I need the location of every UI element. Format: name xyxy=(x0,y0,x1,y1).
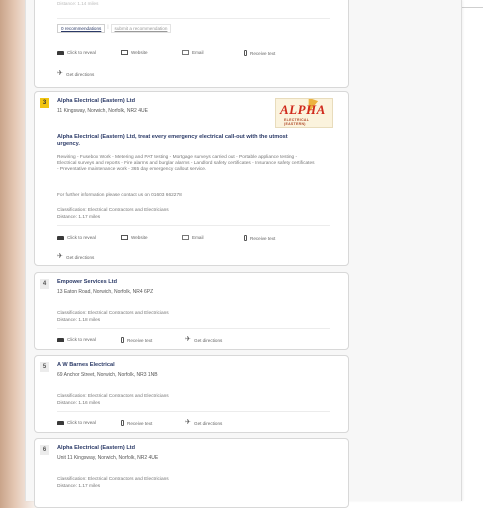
get-directions-button[interactable]: ✈ Get directions xyxy=(185,419,223,426)
get-directions-button[interactable]: ✈ Get directions xyxy=(185,336,223,343)
divider xyxy=(57,18,330,19)
result-number: 4 xyxy=(40,279,49,289)
website-button[interactable]: Website xyxy=(121,50,148,55)
get-directions-button[interactable]: ✈ Get directions xyxy=(57,70,95,77)
search-results-page: Distance: 1.14 miles 0 recommendations |… xyxy=(25,0,462,508)
directions-icon: ✈ xyxy=(185,419,191,426)
action-label: Get directions xyxy=(194,337,223,343)
get-directions-button[interactable]: ✈ Get directions xyxy=(57,253,95,260)
divider xyxy=(57,328,330,329)
logo-text: ALPHA xyxy=(280,102,326,117)
divider xyxy=(57,225,330,226)
result-number: 6 xyxy=(40,445,49,455)
result-card: 5 A W Barnes Electrical 69 Anchor Street… xyxy=(34,355,349,433)
action-label: Get directions xyxy=(66,254,95,260)
result-card: 4 Empower Services Ltd 13 Eaton Road, No… xyxy=(34,272,349,350)
action-label: Click to reveal xyxy=(67,337,96,342)
classification: Classification: Electrical Contractors a… xyxy=(57,208,169,213)
mobile-phone-icon xyxy=(121,337,124,343)
action-label: Receive text xyxy=(127,337,153,343)
separator: | xyxy=(107,24,109,29)
distance-text: Distance: 1.14 miles xyxy=(57,1,99,6)
recommendations-link[interactable]: 0 recommendations xyxy=(57,24,106,33)
action-label: Click to reveal xyxy=(67,235,96,240)
result-number: 3 xyxy=(40,98,49,108)
action-label: Receive text xyxy=(250,235,276,241)
receive-text-button[interactable]: Receive text xyxy=(121,420,152,426)
business-address: 13 Eaton Road, Norwich, Norfolk, NR4 6PZ xyxy=(57,289,154,295)
directions-icon: ✈ xyxy=(57,253,63,260)
divider xyxy=(57,411,330,412)
directions-icon: ✈ xyxy=(185,336,191,343)
receive-text-button[interactable]: Receive text xyxy=(121,337,152,343)
result-card: 3 Alpha Electrical (Eastern) Ltd 11 King… xyxy=(34,91,349,266)
classification: Classification: Electrical Contractors a… xyxy=(57,311,169,316)
classification: Classification: Electrical Contractors a… xyxy=(57,394,169,399)
click-to-reveal-button[interactable]: Click to reveal xyxy=(57,50,96,55)
business-name-link[interactable]: Empower Services Ltd xyxy=(57,279,117,285)
business-address: Unit 11 Kingsway, Norwich, Norfolk, NR2 … xyxy=(57,455,159,461)
distance: Distance: 1.17 miles xyxy=(57,215,101,220)
action-label: Email xyxy=(192,50,204,55)
directions-icon: ✈ xyxy=(57,70,63,77)
action-label: Website xyxy=(131,50,148,55)
distance: Distance: 1.18 miles xyxy=(57,318,101,323)
business-name-link[interactable]: Alpha Electrical (Eastern) Ltd xyxy=(57,445,135,451)
envelope-icon xyxy=(182,235,189,240)
contact-info: For further information please contact u… xyxy=(57,193,182,198)
phone-icon xyxy=(57,420,64,425)
receive-text-button[interactable]: Receive text xyxy=(244,50,275,56)
mobile-phone-icon xyxy=(244,50,247,56)
business-address: 11 Kingsway, Norwich, Norfolk, NR2 4UE xyxy=(57,108,148,114)
result-number: 5 xyxy=(40,362,49,372)
envelope-icon xyxy=(182,50,189,55)
phone-icon xyxy=(57,337,64,342)
email-button[interactable]: Email xyxy=(182,235,204,240)
distance: Distance: 1.17 miles xyxy=(57,484,101,489)
mobile-phone-icon xyxy=(121,420,124,426)
action-label: Receive text xyxy=(250,50,276,56)
click-to-reveal-button[interactable]: Click to reveal xyxy=(57,337,96,342)
mobile-phone-icon xyxy=(244,235,247,241)
receive-text-button[interactable]: Receive text xyxy=(244,235,275,241)
phone-icon xyxy=(57,235,64,240)
click-to-reveal-button[interactable]: Click to reveal xyxy=(57,235,96,240)
result-card: 6 Alpha Electrical (Eastern) Ltd Unit 11… xyxy=(34,438,349,508)
description-text: Rewiring - Fusebox Work - Metering and P… xyxy=(57,155,315,172)
recommendations-row: 0 recommendations | submit a recommendat… xyxy=(57,24,172,33)
action-label: Click to reveal xyxy=(67,50,96,55)
business-name-link[interactable]: A W Barnes Electrical xyxy=(57,362,115,368)
action-label: Email xyxy=(192,235,204,240)
click-to-reveal-button[interactable]: Click to reveal xyxy=(57,420,96,425)
business-address: 69 Anchor Street, Norwich, Norfolk, NR3 … xyxy=(57,372,158,378)
logo-subtext: ELECTRICAL (EASTERN) xyxy=(284,118,310,126)
phone-icon xyxy=(57,50,64,55)
action-label: Click to reveal xyxy=(67,420,96,425)
monitor-icon xyxy=(121,235,128,240)
description-heading: Alpha Electrical (Eastern) Ltd, treat ev… xyxy=(57,134,288,147)
action-label: Receive text xyxy=(127,420,153,426)
classification: Classification: Electrical Contractors a… xyxy=(57,477,169,482)
business-logo[interactable]: ALPHA ELECTRICAL (EASTERN) xyxy=(275,98,333,128)
website-button[interactable]: Website xyxy=(121,235,148,240)
monitor-icon xyxy=(121,50,128,55)
result-card: Distance: 1.14 miles 0 recommendations |… xyxy=(34,0,349,88)
action-label: Get directions xyxy=(194,420,223,426)
submit-recommendation-link[interactable]: submit a recommendation xyxy=(110,24,172,33)
business-name-link[interactable]: Alpha Electrical (Eastern) Ltd xyxy=(57,98,135,104)
distance: Distance: 1.16 miles xyxy=(57,401,101,406)
action-label: Website xyxy=(131,235,148,240)
email-button[interactable]: Email xyxy=(182,50,204,55)
action-label: Get directions xyxy=(66,71,95,77)
